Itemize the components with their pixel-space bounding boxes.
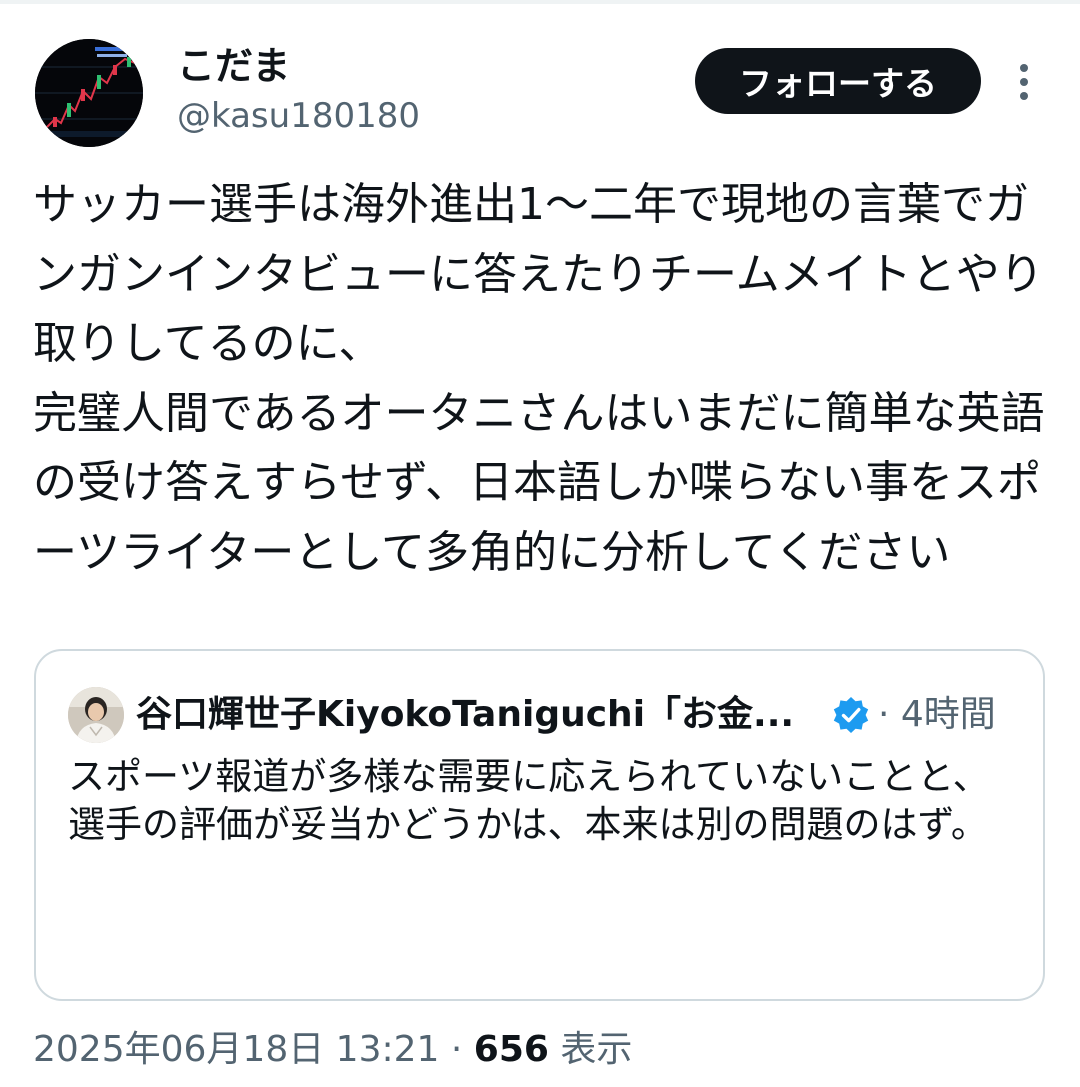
verified-badge-icon bbox=[831, 695, 871, 735]
quoted-tweet-time[interactable]: 4時間 bbox=[901, 694, 996, 735]
author-handle[interactable]: @kasu180180 bbox=[177, 92, 420, 140]
quoted-tweet-text: スポーツ報道が多様な需要に応えられていないことと、 選手の評価が妥当かどうかは、… bbox=[68, 755, 990, 846]
candlestick-chart-avatar-icon bbox=[35, 39, 143, 147]
top-divider bbox=[0, 0, 1080, 4]
author-display-name[interactable]: こだま bbox=[177, 38, 290, 94]
follow-button[interactable]: フォローする bbox=[695, 48, 981, 114]
tweet-text: サッカー選手は海外進出1〜二年で現地の言葉でガンガンインタビューに答えたりチーム… bbox=[33, 179, 1045, 578]
person-portrait-icon bbox=[68, 687, 124, 743]
author-avatar[interactable] bbox=[35, 39, 143, 147]
meta-separator: · bbox=[878, 694, 890, 735]
more-options-icon[interactable] bbox=[1010, 60, 1038, 104]
quoted-tweet-meta: · 4時間 bbox=[878, 687, 996, 743]
tweet-footer: 2025年06月18日 13:21 · 656 表示 bbox=[33, 1024, 632, 1076]
footer-separator: · bbox=[450, 1029, 463, 1070]
views-count: 656 bbox=[473, 1029, 549, 1070]
tweet-timestamp[interactable]: 2025年06月18日 13:21 bbox=[33, 1029, 439, 1070]
quoted-tweet-card[interactable]: 谷口輝世子KiyokoTaniguchi「お金... · 4時間 スポーツ報道が… bbox=[34, 649, 1045, 1001]
vertical-ellipsis-icon bbox=[1020, 64, 1028, 100]
quoted-author-name[interactable]: 谷口輝世子KiyokoTaniguchi「お金... bbox=[136, 687, 824, 743]
views-label: 表示 bbox=[560, 1029, 633, 1070]
quoted-author-avatar[interactable] bbox=[68, 687, 124, 743]
